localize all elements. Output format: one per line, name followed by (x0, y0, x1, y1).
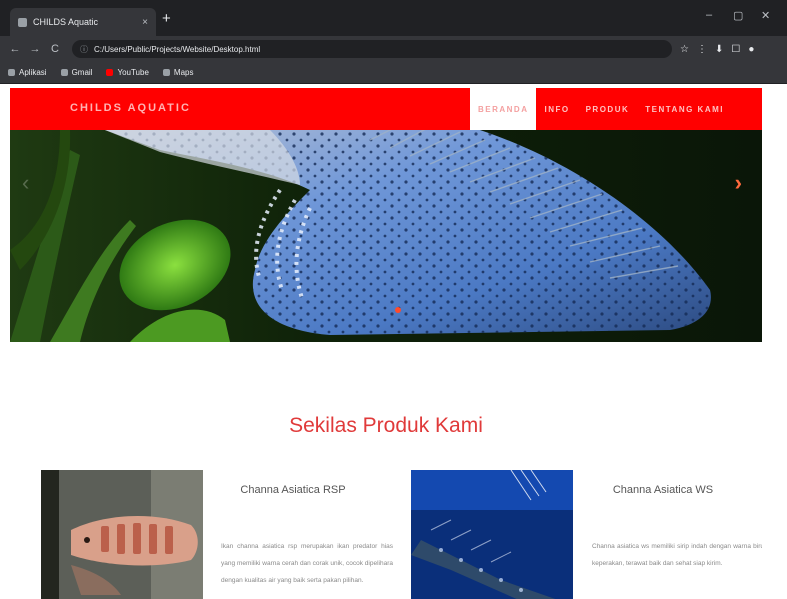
window-icon[interactable]: ☐ (731, 44, 740, 55)
hero-fish-image (10, 130, 762, 342)
bookmark-label: Maps (173, 68, 194, 77)
bookmark-gmail[interactable]: Gmail (60, 68, 93, 77)
bookmark-label: Gmail (71, 68, 93, 77)
menu-item-info[interactable]: INFO (536, 88, 577, 130)
menu-item-beranda[interactable]: BERANDA (469, 88, 537, 130)
hero-carousel: ‹ › (10, 130, 762, 342)
product-desc-rsp: Ikan channa asiatica rsp merupakan ikan … (221, 543, 393, 584)
website-viewport: CHILDS AQUATIC BERANDA INFO PRODUK TENTA… (10, 88, 762, 599)
site-brand[interactable]: CHILDS AQUATIC (70, 102, 191, 114)
maximize-icon[interactable]: ▢ (733, 9, 743, 22)
forward-icon[interactable]: → (28, 43, 42, 55)
product-name-ws[interactable]: Channa Asiatica WS (578, 484, 748, 496)
bookmark-youtube[interactable]: YouTube (106, 68, 149, 77)
product-image-rsp[interactable] (41, 470, 203, 599)
profile-icon[interactable]: ● (748, 44, 754, 55)
tab-close-icon[interactable]: × (142, 17, 148, 28)
gmail-icon (60, 69, 68, 76)
tab-title: CHILDS Aquatic (33, 17, 99, 27)
carousel-prev-icon[interactable]: ‹ (22, 170, 29, 196)
new-tab-button[interactable]: + (162, 11, 171, 26)
youtube-icon (106, 69, 114, 76)
bookmark-maps[interactable]: Maps (162, 68, 194, 77)
product-desc-ws: Channa asiatica ws memiliki sirip indah … (592, 543, 762, 567)
menu-dots-icon[interactable]: ⋮ (697, 44, 707, 55)
close-window-icon[interactable]: ✕ (761, 9, 770, 22)
minimize-icon[interactable]: – (706, 9, 712, 21)
carousel-next-icon[interactable]: › (735, 170, 742, 196)
bookmark-label: Aplikasi (19, 68, 47, 77)
reload-icon[interactable]: C (48, 43, 62, 55)
bookmarks-bar: Aplikasi Gmail YouTube Maps (0, 62, 787, 84)
bookmark-star-icon[interactable]: ☆ (680, 44, 689, 55)
menu-item-tentang-kami[interactable]: TENTANG KAMI (637, 88, 732, 130)
bookmark-apps[interactable]: Aplikasi (8, 68, 47, 77)
apps-icon (8, 69, 15, 76)
maps-icon (162, 69, 170, 76)
section-title: Sekilas Produk Kami (289, 414, 483, 437)
address-bar[interactable]: ⓘ C:/Users/Public/Projects/Website/Deskt… (72, 40, 672, 58)
browser-tab-strip: CHILDS Aquatic × + – ▢ ✕ (0, 0, 787, 36)
menu-item-produk[interactable]: PRODUK (578, 88, 638, 130)
product-image-ws[interactable] (411, 470, 573, 599)
bookmark-label: YouTube (117, 68, 149, 77)
back-icon[interactable]: ← (8, 43, 22, 55)
favicon-icon (18, 17, 27, 27)
site-menu: BERANDA INFO PRODUK TENTANG KAMI (469, 88, 732, 130)
browser-toolbar: ← → C ⓘ C:/Users/Public/Projects/Website… (0, 36, 787, 62)
info-icon[interactable]: ⓘ (80, 44, 88, 55)
product-name-rsp[interactable]: Channa Asiatica RSP (208, 484, 378, 496)
download-icon[interactable]: ⬇ (715, 44, 723, 55)
address-url[interactable]: C:/Users/Public/Projects/Website/Desktop… (94, 45, 260, 54)
site-navbar: CHILDS AQUATIC BERANDA INFO PRODUK TENTA… (10, 88, 762, 130)
browser-tab[interactable]: CHILDS Aquatic × (10, 8, 156, 36)
